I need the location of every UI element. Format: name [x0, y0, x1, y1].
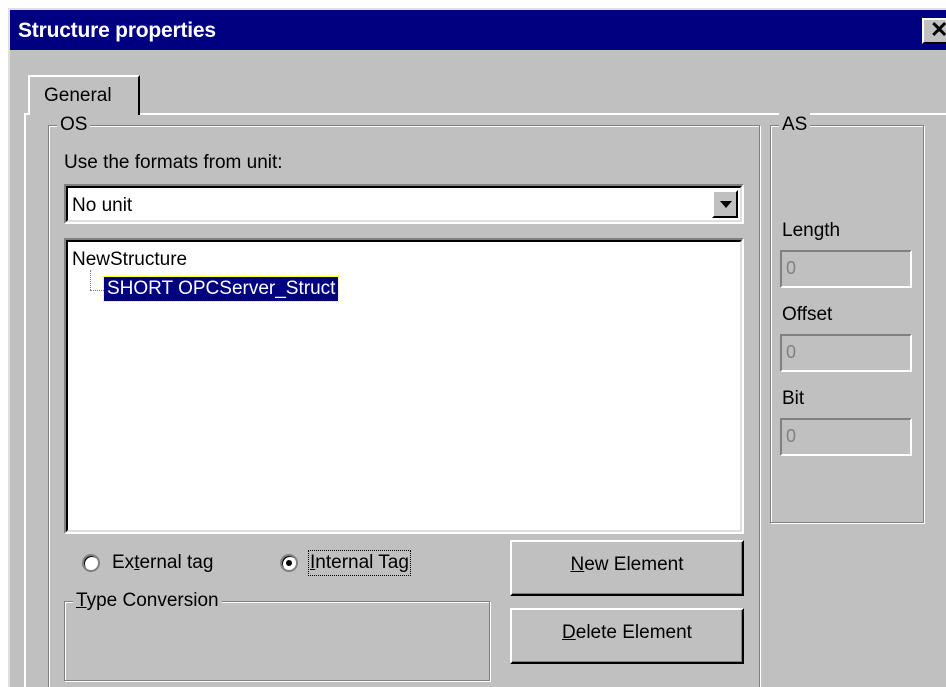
- bit-field[interactable]: 0: [780, 418, 912, 456]
- title-bar: Structure properties ✕: [10, 10, 946, 50]
- type-conversion-groupbox: Type Conversion: [64, 588, 490, 681]
- bit-label: Bit: [782, 388, 805, 409]
- tab-general[interactable]: General: [28, 75, 140, 115]
- unit-combobox[interactable]: No unit: [64, 184, 744, 224]
- unit-combobox-dropdown-button[interactable]: [712, 190, 738, 218]
- length-field[interactable]: 0: [780, 250, 912, 288]
- type-conversion-title: Type Conversion: [73, 588, 222, 614]
- offset-label: Offset: [782, 304, 833, 325]
- length-value: 0: [786, 258, 797, 278]
- tree-connector-line: [90, 270, 91, 290]
- delete-element-label: Delete Element: [562, 622, 692, 643]
- structure-properties-dialog: Structure properties ✕ General OS Use th…: [8, 8, 946, 687]
- window-title: Structure properties: [18, 19, 216, 42]
- offset-field[interactable]: 0: [780, 334, 912, 372]
- radio-dot: [286, 560, 292, 566]
- radio-button-unchecked[interactable]: [82, 554, 100, 572]
- os-group-title: OS: [57, 112, 91, 138]
- radio-button-checked[interactable]: [280, 554, 298, 572]
- tree-root-node[interactable]: NewStructure: [72, 249, 187, 271]
- delete-element-button[interactable]: Delete Element: [510, 608, 744, 664]
- close-button[interactable]: ✕: [922, 18, 946, 44]
- close-icon: ✕: [930, 17, 946, 42]
- tree-child-node[interactable]: SHORT OPCServer_Struct: [102, 276, 340, 302]
- internal-tag-label: Internal Tag: [308, 550, 411, 576]
- new-element-button[interactable]: New Element: [510, 540, 744, 596]
- tab-general-label: General: [44, 85, 112, 106]
- unit-combobox-value: No unit: [72, 195, 133, 216]
- tree-connector-line: [90, 290, 104, 291]
- new-element-label: New Element: [570, 554, 684, 575]
- external-tag-label: External tag: [112, 552, 214, 573]
- length-label: Length: [782, 220, 841, 241]
- offset-value: 0: [786, 342, 797, 362]
- bit-value: 0: [786, 426, 797, 446]
- formats-label: Use the formats from unit:: [64, 152, 283, 173]
- structure-tree[interactable]: NewStructure SHORT OPCServer_Struct: [64, 238, 744, 534]
- chevron-down-icon: [720, 201, 732, 208]
- as-group-title: AS: [779, 112, 811, 138]
